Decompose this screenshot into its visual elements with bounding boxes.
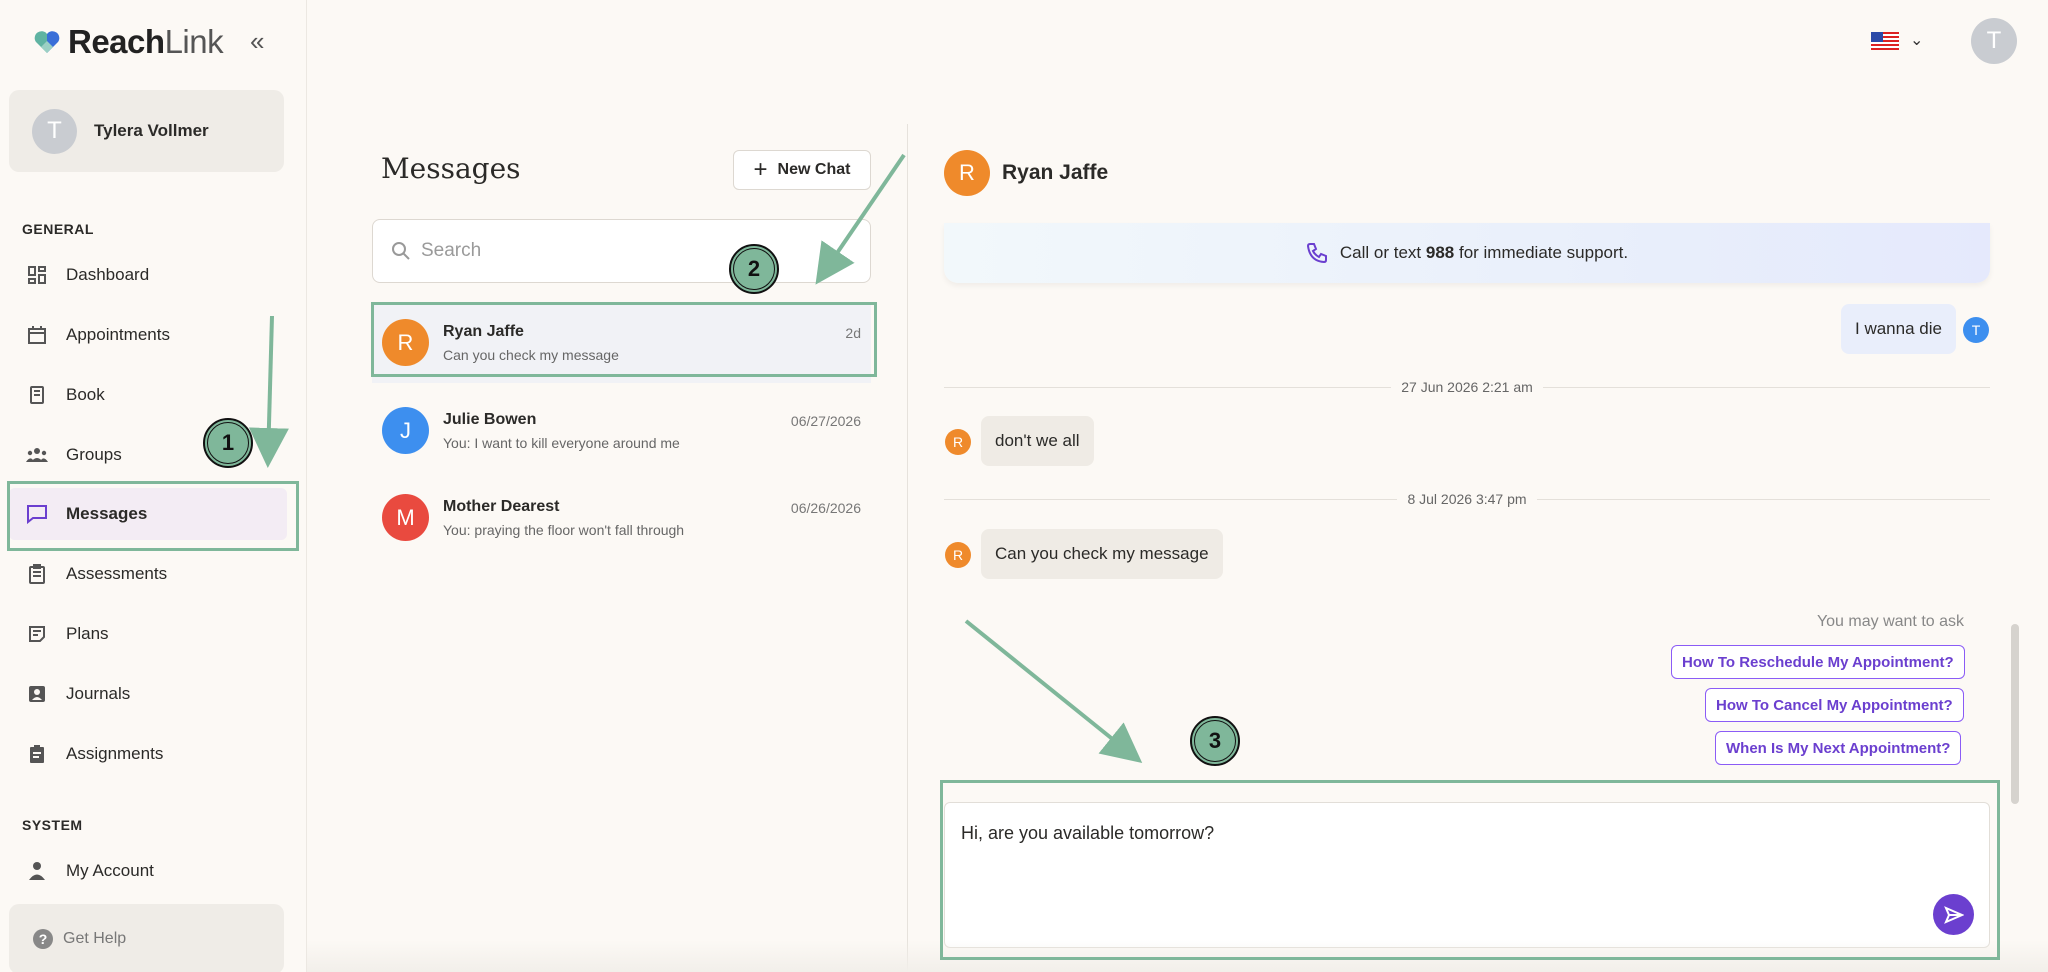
- sidebar-item-assignments[interactable]: Assignments: [9, 728, 287, 780]
- sidebar-item-label: Assignments: [66, 744, 164, 763]
- sidebar-item-dashboard[interactable]: Dashboard: [9, 249, 287, 301]
- chevron-down-icon[interactable]: ⌄: [1910, 30, 1923, 50]
- message-bubble-incoming: Can you check my message: [981, 529, 1223, 579]
- phone-icon: [1306, 242, 1328, 264]
- chat-item-mother-dearest[interactable]: M Mother Dearest You: praying the floor …: [372, 478, 871, 558]
- annotation-box-chat-item: [371, 302, 877, 377]
- contact-name: Ryan Jaffe: [1002, 161, 1109, 184]
- sidebar-item-label: Journals: [66, 684, 131, 703]
- banner-number: 988: [1425, 243, 1455, 262]
- suggestion-reschedule-button[interactable]: How To Reschedule My Appointment?: [1671, 645, 1965, 679]
- new-chat-button[interactable]: + New Chat: [733, 150, 871, 190]
- user-card[interactable]: T Tylera Vollmer: [9, 90, 284, 172]
- us-flag-icon[interactable]: [1871, 32, 1899, 50]
- clipboard-icon: [25, 562, 49, 586]
- section-general-label: GENERAL: [22, 221, 94, 237]
- annotation-box-messages-nav: [7, 481, 299, 551]
- sidebar-item-assessments[interactable]: Assessments: [9, 548, 287, 600]
- journal-icon: [25, 682, 49, 706]
- column-divider: [907, 124, 908, 972]
- sender-avatar: T: [1963, 317, 1989, 343]
- date-label: 8 Jul 2026 3:47 pm: [1407, 491, 1527, 507]
- message-bubble-incoming: don't we all: [981, 416, 1094, 466]
- conversation-header: R Ryan Jaffe: [944, 150, 1108, 196]
- sidebar-item-my-account[interactable]: My Account: [9, 845, 287, 897]
- sidebar-item-label: Dashboard: [66, 265, 150, 284]
- chat-scrollbar[interactable]: [2011, 624, 2019, 804]
- sidebar-item-appointments[interactable]: Appointments: [9, 309, 287, 361]
- sender-avatar: R: [945, 542, 971, 568]
- sidebar-item-book[interactable]: Book: [9, 369, 287, 421]
- dashboard-icon: [25, 263, 49, 287]
- get-help-label: Get Help: [63, 930, 127, 947]
- sidebar-item-label: Book: [66, 385, 105, 404]
- sidebar-item-plans[interactable]: Plans: [9, 608, 287, 660]
- new-chat-label: New Chat: [777, 161, 851, 178]
- suggestions-label: You may want to ask: [1816, 613, 1964, 630]
- crisis-support-banner: Call or text 988 for immediate support.: [944, 223, 1990, 283]
- heart-logo-icon: [34, 31, 60, 53]
- user-avatar: T: [32, 108, 77, 154]
- chat-preview: You: I want to kill everyone around me: [443, 435, 680, 451]
- chat-name: Mother Dearest: [443, 498, 560, 515]
- get-help-button[interactable]: ? Get Help: [9, 904, 284, 972]
- sidebar-item-label: My Account: [66, 861, 154, 880]
- logo-text: ReachLink: [68, 23, 224, 60]
- contact-avatar: R: [944, 150, 990, 196]
- chat-avatar: J: [382, 407, 429, 454]
- profile-avatar[interactable]: T: [1971, 18, 2017, 64]
- book-icon: [25, 383, 49, 407]
- logo[interactable]: ReachLink: [32, 22, 224, 62]
- section-system-label: SYSTEM: [22, 817, 83, 833]
- date-separator: 8 Jul 2026 3:47 pm: [944, 489, 1990, 509]
- assignment-icon: [25, 742, 49, 766]
- chat-avatar: M: [382, 494, 429, 541]
- annotation-badge-1: 1: [203, 418, 253, 468]
- chat-item-julie-bowen[interactable]: J Julie Bowen You: I want to kill everyo…: [372, 391, 871, 471]
- sidebar-item-label: Plans: [66, 624, 109, 643]
- annotation-badge-3: 3: [1190, 716, 1240, 766]
- annotation-badge-2: 2: [729, 244, 779, 294]
- sidebar-item-label: Assessments: [66, 564, 168, 583]
- messages-title: Messages: [381, 152, 521, 185]
- user-name: Tylera Vollmer: [94, 121, 209, 140]
- plans-icon: [25, 622, 49, 646]
- banner-text-post: for immediate support.: [1454, 243, 1629, 262]
- banner-text-pre: Call or text: [1339, 243, 1426, 262]
- collapse-sidebar-icon[interactable]: «: [250, 26, 264, 57]
- chat-time: 06/26/2026: [790, 500, 861, 516]
- search-icon: [392, 242, 410, 260]
- person-icon: [25, 859, 49, 883]
- sender-avatar: R: [945, 429, 971, 455]
- sidebar-item-label: Appointments: [66, 325, 170, 344]
- chat-time: 06/27/2026: [790, 413, 861, 429]
- annotation-box-composer: [940, 780, 2000, 960]
- plus-icon: +: [753, 156, 768, 183]
- search-box[interactable]: [372, 219, 871, 283]
- groups-icon: [25, 443, 49, 467]
- chat-name: Julie Bowen: [443, 411, 537, 428]
- date-separator: 27 Jun 2026 2:21 am: [944, 377, 1991, 397]
- date-label: 27 Jun 2026 2:21 am: [1401, 379, 1533, 395]
- suggestion-next-appointment-button[interactable]: When Is My Next Appointment?: [1715, 731, 1962, 765]
- calendar-icon: [25, 323, 49, 347]
- suggestion-cancel-button[interactable]: How To Cancel My Appointment?: [1705, 688, 1964, 722]
- sidebar-item-label: Groups: [66, 445, 122, 464]
- message-bubble-outgoing: I wanna die: [1841, 304, 1956, 354]
- chat-preview: You: praying the floor won't fall throug…: [443, 522, 685, 538]
- sidebar-item-journals[interactable]: Journals: [9, 668, 287, 720]
- help-icon: ?: [33, 929, 53, 949]
